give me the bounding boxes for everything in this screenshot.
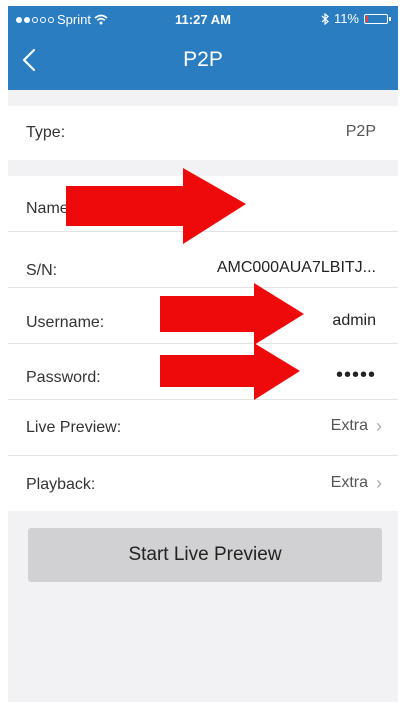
playback-label: Playback: [26, 476, 96, 493]
playback-row[interactable]: Playback: Extra › [8, 456, 398, 511]
sn-label: S/N: [26, 262, 58, 279]
username-label: Username: [26, 314, 105, 331]
top-bar: Sprint 11:27 AM 11% P2P [8, 6, 398, 90]
username-value[interactable]: admin [332, 312, 376, 330]
battery-percent: 11% [333, 11, 359, 26]
page-title: P2P [183, 48, 223, 71]
status-bar: Sprint 11:27 AM 11% [8, 6, 398, 32]
live-preview-value: Extra [330, 417, 368, 434]
name-row[interactable]: Name: [8, 176, 398, 231]
sn-value: AMC000AUA7LBITJ... [216, 259, 376, 276]
chevron-right-icon: › [376, 416, 382, 436]
playback-value: Extra [330, 474, 368, 491]
type-row: Type: P2P [8, 106, 398, 160]
battery-level [366, 15, 368, 22]
password-label: Password: [26, 369, 101, 386]
live-preview-row[interactable]: Live Preview: Extra › [8, 400, 398, 455]
app-screen: Sprint 11:27 AM 11% P2P Type: P2P Name: … [8, 6, 398, 702]
nav-bar: P2P [8, 32, 398, 90]
type-label: Type: [26, 124, 66, 141]
status-right: 11% [321, 11, 391, 26]
bluetooth-icon [321, 12, 329, 25]
name-label: Name: [26, 200, 74, 217]
serial-number-row[interactable]: S/N: AMC000AUA7LBITJ... [8, 232, 398, 287]
chevron-right-icon: › [376, 473, 382, 493]
username-row[interactable]: Username: admin [8, 288, 398, 343]
password-row[interactable]: Password: ••••• [8, 344, 398, 399]
live-preview-label: Live Preview: [26, 419, 122, 436]
start-live-preview-button[interactable]: Start Live Preview [28, 528, 382, 582]
type-value: P2P [345, 123, 376, 140]
password-value[interactable]: ••••• [336, 364, 376, 387]
battery-icon [364, 13, 391, 24]
